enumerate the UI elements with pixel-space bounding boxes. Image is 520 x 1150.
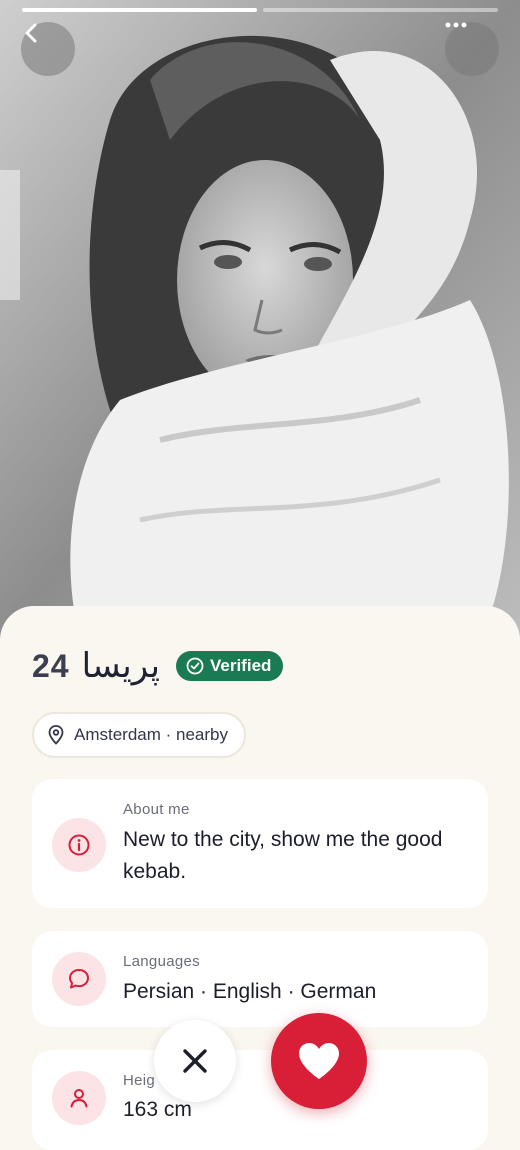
person-icon: [70, 1089, 88, 1108]
profile-photo-image: [0, 0, 520, 640]
about-value: New to the city, show me the good kebab.: [123, 828, 443, 883]
more-options-button[interactable]: [445, 22, 499, 76]
name-row: 24 پریسا Verified: [32, 646, 284, 686]
verified-label: Verified: [209, 656, 272, 675]
profile-details-sheet: 24 پریسا Verified Amsterdam · nearby Abo…: [0, 606, 520, 1150]
chat-bubble-icon: [69, 969, 89, 989]
info-icon: [68, 834, 90, 856]
photo-progress-segment: [263, 8, 498, 12]
about-icon-bubble: [52, 818, 106, 872]
location-text: Amsterdam · nearby: [74, 725, 228, 744]
languages-icon-bubble: [52, 952, 106, 1006]
location-pill: Amsterdam · nearby: [32, 712, 246, 758]
photo-progress: [22, 8, 498, 12]
height-label: Heig: [123, 1072, 156, 1089]
heart-icon: [299, 1043, 339, 1079]
photo-progress-segment-active: [22, 8, 257, 12]
languages-label: Languages: [123, 953, 200, 970]
dislike-button[interactable]: [154, 1020, 236, 1102]
languages-card: Languages Persian · English · German: [32, 931, 488, 1027]
more-horizontal-icon: [445, 22, 467, 28]
profile-age: 24: [32, 647, 70, 684]
close-icon: [183, 1049, 207, 1073]
about-label: About me: [123, 801, 190, 818]
profile-name: پریسا: [81, 646, 160, 686]
height-icon-bubble: [52, 1071, 106, 1125]
verified-badge: Verified: [175, 651, 284, 681]
height-card: Heig 163 cm: [32, 1050, 488, 1150]
profile-photo[interactable]: [0, 0, 520, 640]
verified-check-icon: [186, 657, 204, 675]
location-pin-icon: [48, 725, 64, 745]
back-button[interactable]: [21, 22, 75, 76]
like-button[interactable]: [271, 1013, 367, 1109]
chevron-left-icon: [25, 23, 37, 43]
languages-value: Persian · English · German: [123, 980, 377, 1003]
about-card: About me New to the city, show me the go…: [32, 779, 488, 908]
